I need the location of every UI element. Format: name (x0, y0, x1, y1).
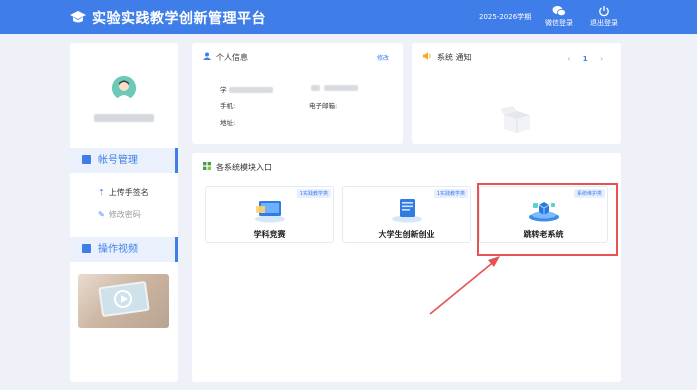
video-thumbnail[interactable] (78, 274, 169, 328)
address-field: 地址: (220, 119, 236, 127)
menu-operation-video[interactable]: 操作视频 (70, 237, 178, 262)
graduation-cap-icon (70, 11, 86, 23)
term-label: 2025-2026学期 (479, 13, 532, 21)
wechat-icon (552, 6, 566, 17)
document-stack-icon (391, 199, 422, 223)
app-title: 实验实践教学创新管理平台 (92, 11, 266, 27)
avatar[interactable] (112, 76, 136, 100)
change-password-link[interactable]: ✎ 修改密码 (98, 209, 141, 220)
upload-signature-label: 上传手签名 (108, 188, 149, 197)
logout-label: 退出登录 (590, 19, 618, 27)
pager-next-button[interactable]: › (600, 55, 603, 63)
email-field: 电子邮箱: (309, 102, 338, 110)
notice-title: 系统 通知 (423, 52, 472, 63)
wechat-login-button[interactable]: 微信登录 (541, 5, 577, 27)
student-id-value-redacted (228, 87, 273, 93)
user-name-redacted (94, 114, 154, 122)
user-avatar-icon (112, 76, 136, 100)
modules-title: 各系统模块入口 (203, 162, 272, 173)
video-icon (82, 244, 91, 253)
sidebar: 帐号管理 ⇡ 上传手签名 ✎ 修改密码 操作视频 (70, 43, 178, 382)
notice-title-text: 系统 通知 (437, 53, 472, 62)
student-id-field: 学 (220, 84, 273, 94)
upload-icon: ⇡ (98, 188, 105, 197)
edit-icon (82, 155, 91, 164)
edit-profile-link[interactable]: 修改 (377, 53, 389, 62)
monitor-icon (254, 201, 285, 223)
top-header: 实验实践教学创新管理平台 2025-2026学期 微信登录 退出登录 (0, 0, 697, 34)
notice-card: 系统 通知 ‹ 1 › (412, 43, 621, 144)
menu-account-label: 帐号管理 (98, 155, 138, 166)
notice-pager: ‹ 1 › (567, 55, 603, 63)
speaker-icon (423, 52, 432, 62)
annotation-arrow (429, 256, 500, 315)
name-label-redacted (311, 85, 320, 91)
module-label: 大学生创新创业 (378, 230, 435, 239)
change-password-label: 修改密码 (108, 210, 141, 219)
module-innovation-entrepreneurship[interactable]: 1实践教学类 大学生创新创业 (342, 186, 471, 243)
student-id-label: 学 (220, 86, 227, 94)
highlight-box (477, 183, 618, 256)
grid-icon (203, 162, 211, 172)
play-icon (114, 290, 132, 308)
module-tag: 1实践教学类 (433, 189, 468, 198)
power-icon (599, 6, 609, 17)
profile-card: 个人信息 修改 学 手机: 电子邮箱: 地址: (192, 43, 403, 144)
pencil-icon: ✎ (98, 210, 105, 219)
logout-button[interactable]: 退出登录 (586, 5, 622, 27)
profile-title: 个人信息 (203, 52, 248, 63)
module-tag: 1实践教学类 (296, 189, 331, 198)
wechat-login-label: 微信登录 (545, 19, 573, 27)
pager-prev-button[interactable]: ‹ (567, 55, 570, 63)
upload-signature-link[interactable]: ⇡ 上传手签名 (98, 187, 149, 198)
menu-account-management[interactable]: 帐号管理 (70, 148, 178, 173)
phone-field: 手机: (220, 102, 236, 110)
empty-box-icon (500, 106, 530, 133)
module-label: 学科竞赛 (253, 230, 286, 239)
profile-title-text: 个人信息 (216, 53, 248, 62)
menu-video-label: 操作视频 (98, 244, 138, 255)
module-discipline-competition[interactable]: 1实践教学类 学科竞赛 (205, 186, 334, 243)
pager-current-page[interactable]: 1 (578, 55, 592, 63)
user-icon (203, 52, 211, 62)
name-value-redacted (324, 85, 358, 91)
name-field (309, 84, 358, 92)
modules-title-text: 各系统模块入口 (216, 163, 272, 172)
